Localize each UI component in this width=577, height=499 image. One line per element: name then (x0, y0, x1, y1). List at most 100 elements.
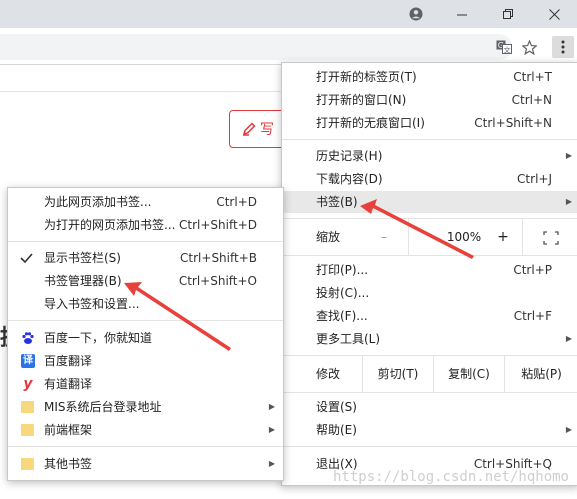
menu-item-shortcut: Ctrl+T (513, 70, 552, 84)
menu-item-label: 打开新的无痕窗口(I) (316, 116, 425, 130)
menu-item-shortcut: Ctrl+Shift+N (474, 116, 552, 130)
menu-item-label: 投射(C)... (316, 286, 370, 300)
menu-item-new-incognito[interactable]: 打开新的无痕窗口(I) Ctrl+Shift+N (282, 112, 577, 134)
translate-icon[interactable]: G文 (493, 36, 515, 58)
submenu-arrow-icon: ▶ (565, 425, 572, 434)
restore-icon[interactable] (485, 0, 531, 28)
menu-item-shortcut: Ctrl+N (511, 93, 552, 107)
submenu-arrow-icon: ▶ (565, 334, 572, 343)
account-circle-icon[interactable] (393, 0, 439, 28)
menu-item-print[interactable]: 打印(P)... Ctrl+P (282, 259, 577, 281)
menu-item-find[interactable]: 查找(F)... Ctrl+F (282, 305, 577, 327)
chrome-main-menu: 打开新的标签页(T) Ctrl+T 打开新的窗口(N) Ctrl+N 打开新的无… (281, 62, 577, 486)
page-divider (0, 91, 282, 92)
address-bar[interactable] (0, 34, 512, 60)
svg-text:文: 文 (504, 45, 511, 54)
menu-item-bookmark-manager[interactable]: 书签管理器(B) Ctrl+Shift+O (8, 270, 283, 292)
menu-item-new-window[interactable]: 打开新的窗口(N) Ctrl+N (282, 89, 577, 111)
submenu-arrow-icon: ▶ (565, 197, 572, 206)
bookmark-label: 前端框架 (44, 423, 93, 437)
submenu-arrow-icon: ▶ (268, 402, 275, 411)
fullscreen-icon[interactable] (523, 219, 577, 255)
menu-item-shortcut: Ctrl+D (216, 195, 257, 209)
minimize-icon[interactable] (439, 0, 485, 28)
menu-item-label: 更多工具(L) (316, 332, 381, 346)
menu-separator (282, 392, 577, 393)
menu-item-label: 显示书签栏(S) (44, 251, 121, 265)
bookmark-item[interactable]: y 有道翻译 (8, 373, 283, 395)
menu-item-help[interactable]: 帮助(E) ▶ (282, 419, 577, 441)
menu-item-bookmarks[interactable]: 书签(B) ▶ (282, 191, 577, 213)
menu-item-shortcut: Ctrl+Shift+B (180, 251, 257, 265)
watermark-text: https://blog.csdn.net/hqhomo (332, 469, 569, 485)
zoom-out-button[interactable]: – (362, 219, 406, 255)
menu-item-shortcut: Ctrl+P (513, 263, 552, 277)
menu-item-bookmark-all-tabs[interactable]: 为打开的网页添加书签... Ctrl+Shift+D (8, 214, 283, 236)
submenu-arrow-icon: ▶ (268, 425, 275, 434)
menu-item-new-tab[interactable]: 打开新的标签页(T) Ctrl+T (282, 66, 577, 88)
bookmark-folder[interactable]: 前端框架 ▶ (8, 419, 283, 441)
folder-icon (21, 458, 34, 470)
menu-item-downloads[interactable]: 下载内容(D) Ctrl+J (282, 168, 577, 190)
youdao-icon: y (23, 376, 33, 392)
menu-item-label: 为打开的网页添加书签... (44, 218, 176, 232)
menu-item-label: 为此网页添加书签... (44, 195, 152, 209)
menu-item-shortcut: Ctrl+Shift+D (179, 218, 257, 232)
menu-item-cast[interactable]: 投射(C)... (282, 282, 577, 304)
menu-item-bookmark-this-page[interactable]: 为此网页添加书签... Ctrl+D (8, 191, 283, 213)
bookmark-label: 百度翻译 (44, 354, 93, 368)
menu-item-import-bookmarks[interactable]: 导入书签和设置... (8, 293, 283, 315)
menu-divider (408, 219, 409, 255)
menu-item-shortcut: Ctrl+J (517, 172, 552, 186)
bookmark-label: 有道翻译 (44, 377, 93, 391)
cut-button[interactable]: 剪切(T) (363, 356, 433, 392)
submenu-arrow-icon: ▶ (565, 151, 572, 160)
menu-item-label: 查找(F)... (316, 309, 368, 323)
menu-separator (8, 446, 283, 447)
bookmark-label: 其他书签 (44, 457, 93, 471)
bookmark-item[interactable]: 译 百度翻译 (8, 350, 283, 372)
menu-separator (8, 241, 283, 242)
paste-button[interactable]: 粘贴(P) (505, 356, 577, 392)
write-button[interactable]: 写 (229, 110, 289, 148)
folder-icon (21, 424, 34, 436)
menu-item-label: 帮助(E) (316, 423, 357, 437)
menu-separator (282, 446, 577, 447)
menu-item-label: 书签管理器(B) (44, 274, 122, 288)
write-button-label: 写 (260, 122, 274, 138)
menu-item-settings[interactable]: 设置(S) (282, 396, 577, 418)
zoom-level: 100% (446, 230, 482, 244)
zoom-in-button[interactable]: + (488, 219, 518, 255)
bookmark-folder[interactable]: MIS系统后台登录地址 ▶ (8, 396, 283, 418)
baidu-paw-icon (21, 331, 35, 345)
menu-item-label: 打开新的窗口(N) (316, 93, 407, 107)
submenu-arrow-icon: ▶ (268, 459, 275, 468)
folder-icon (21, 401, 34, 413)
bookmark-folder-other[interactable]: 其他书签 ▶ (8, 453, 283, 475)
baidu-translate-icon: 译 (21, 354, 35, 368)
bookmarks-submenu: 为此网页添加书签... Ctrl+D 为打开的网页添加书签... Ctrl+Sh… (7, 187, 284, 481)
pencil-icon (242, 122, 256, 136)
menu-item-history[interactable]: 历史记录(H) ▶ (282, 145, 577, 167)
more-vert-icon[interactable] (552, 36, 574, 58)
menu-item-label: 下载内容(D) (316, 172, 383, 186)
menu-item-label: 设置(S) (316, 400, 357, 414)
star-icon[interactable] (518, 36, 540, 58)
menu-item-more-tools[interactable]: 更多工具(L) ▶ (282, 328, 577, 350)
menu-separator (8, 320, 283, 321)
menu-item-shortcut: Ctrl+Shift+O (178, 274, 257, 288)
copy-button[interactable]: 复制(C) (434, 356, 504, 392)
menu-item-shortcut: Ctrl+F (513, 309, 552, 323)
menu-item-label: 打开新的标签页(T) (316, 70, 417, 84)
edit-label: 修改 (316, 367, 341, 381)
bookmark-label: MIS系统后台登录地址 (44, 400, 162, 414)
menu-item-label: 打印(P)... (316, 263, 369, 277)
bookmark-item[interactable]: 百度一下，你就知道 (8, 327, 283, 349)
title-bar (0, 0, 577, 28)
menu-item-show-bookmarks-bar[interactable]: 显示书签栏(S) Ctrl+Shift+B (8, 247, 283, 269)
menu-item-label: 导入书签和设置... (44, 297, 140, 311)
menu-item-label: 历史记录(H) (316, 149, 383, 163)
bookmark-label: 百度一下，你就知道 (44, 331, 153, 345)
close-icon[interactable] (531, 0, 577, 28)
menu-item-label: 书签(B) (316, 195, 358, 209)
